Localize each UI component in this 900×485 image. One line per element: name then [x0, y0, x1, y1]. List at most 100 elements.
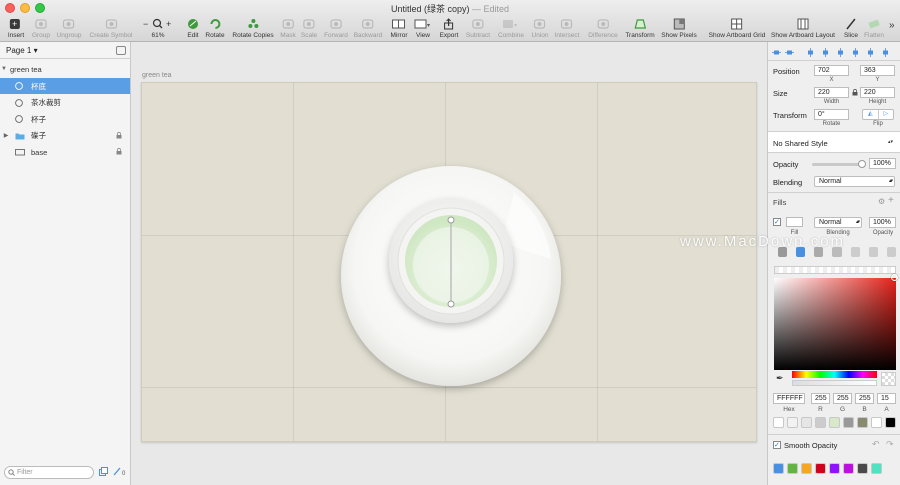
- width-field[interactable]: 220: [814, 87, 849, 98]
- mask-tool-button[interactable]: Mask: [280, 14, 296, 40]
- disclosure-closed-icon[interactable]: ▶: [2, 132, 10, 139]
- document-color-swatch[interactable]: [829, 463, 840, 474]
- rotation-handle-bottom[interactable]: [447, 300, 455, 308]
- rotation-handle-top[interactable]: [447, 216, 455, 224]
- group-tool-button[interactable]: Group: [32, 14, 50, 40]
- position-x-field[interactable]: 702: [814, 65, 849, 76]
- preset-color-swatch[interactable]: [843, 417, 854, 428]
- show-artboard-layout-tool-button[interactable]: Show Artboard Layout: [771, 14, 835, 40]
- hex-field[interactable]: FFFFFF: [773, 393, 805, 404]
- edit-tool-button[interactable]: Edit: [186, 14, 200, 40]
- position-y-field[interactable]: 363: [860, 65, 895, 76]
- gear-icon[interactable]: ⚙: [878, 197, 885, 206]
- rotate-copies-tool-button[interactable]: Rotate Copies: [232, 14, 274, 40]
- transform-tool-button[interactable]: Transform: [625, 14, 655, 40]
- hue-slider[interactable]: [792, 371, 877, 378]
- blue-field[interactable]: 255: [855, 393, 874, 404]
- redo-arrow-icon[interactable]: ↷: [886, 439, 894, 450]
- shared-style-selector[interactable]: No Shared Style: [773, 139, 828, 148]
- preset-color-swatch[interactable]: [885, 417, 896, 428]
- layer-row[interactable]: base: [0, 144, 130, 160]
- document-color-swatch[interactable]: [843, 463, 854, 474]
- create-symbol-tool-button[interactable]: Create Symbol: [90, 14, 133, 40]
- layer-row[interactable]: 杯子: [0, 111, 130, 127]
- chevron-updown-icon[interactable]: ▴▾: [888, 139, 893, 145]
- show-pixels-tool-button[interactable]: Show Pixels: [661, 14, 697, 40]
- opacity-slider-knob[interactable]: [858, 160, 866, 168]
- color-saturation-field[interactable]: [774, 278, 896, 370]
- flatten-tool-button[interactable]: Flatten: [864, 14, 884, 40]
- distribute-vertical-icon[interactable]: [785, 48, 794, 57]
- artboard-title[interactable]: green tea: [142, 72, 172, 79]
- canvas[interactable]: green tea: [131, 42, 767, 485]
- color-picker-knob[interactable]: [891, 274, 898, 281]
- lock-ratio-icon[interactable]: [852, 88, 858, 98]
- preset-color-swatch[interactable]: [773, 417, 784, 428]
- align-middle-icon[interactable]: [866, 48, 875, 57]
- add-fill-icon[interactable]: +: [888, 195, 894, 206]
- document-color-swatch[interactable]: [773, 463, 784, 474]
- tea-cup-illustration[interactable]: [142, 83, 757, 442]
- zoom-tool-button[interactable]: − +61%: [143, 14, 173, 40]
- edit-filter-icon[interactable]: 0: [113, 467, 127, 477]
- fill-color-well[interactable]: [786, 217, 803, 227]
- flip-vertical-button[interactable]: ▷: [879, 110, 894, 119]
- undo-arrow-icon[interactable]: ↶: [872, 439, 880, 450]
- lock-icon[interactable]: [116, 131, 122, 139]
- layer-filter-input[interactable]: Filter: [4, 466, 94, 479]
- flip-horizontal-button[interactable]: ◭: [863, 110, 879, 119]
- layer-row[interactable]: 茶水裁剪: [0, 95, 130, 111]
- add-page-button[interactable]: [116, 46, 126, 55]
- fill-pattern-icon[interactable]: [868, 247, 878, 257]
- rotate-tool-button[interactable]: Rotate: [205, 14, 225, 40]
- gradient-bar[interactable]: [774, 266, 896, 274]
- lock-icon[interactable]: [116, 148, 122, 155]
- layer-row[interactable]: 杯底: [0, 78, 130, 94]
- create-symbol-filter-icon[interactable]: [99, 467, 108, 476]
- export-tool-button[interactable]: Export: [440, 14, 458, 40]
- insert-tool-button[interactable]: + Insert: [8, 14, 24, 40]
- layer-artboard-green-tea[interactable]: ▼ green tea: [0, 61, 130, 77]
- mirror-tool-button[interactable]: Mirror: [391, 14, 407, 40]
- blending-select[interactable]: Normal: [814, 176, 895, 187]
- fill-angular-icon[interactable]: [850, 247, 860, 257]
- smooth-opacity-checkbox[interactable]: ✓: [773, 441, 781, 449]
- align-center-icon[interactable]: [821, 48, 830, 57]
- align-right-icon[interactable]: [836, 48, 845, 57]
- distribute-horizontal-icon[interactable]: [772, 48, 781, 57]
- show-artboard-grid-tool-button[interactable]: Show Artboard Grid: [709, 14, 765, 40]
- ungroup-tool-button[interactable]: Ungroup: [57, 14, 81, 40]
- slice-tool-button[interactable]: Slice: [844, 14, 858, 40]
- preset-color-swatch[interactable]: [801, 417, 812, 428]
- difference-tool-button[interactable]: Difference: [588, 14, 618, 40]
- align-bottom-icon[interactable]: [881, 48, 890, 57]
- scale-tool-button[interactable]: Scale: [301, 14, 317, 40]
- fill-noise-icon[interactable]: [886, 247, 896, 257]
- opacity-field[interactable]: 100%: [869, 158, 896, 169]
- red-field[interactable]: 255: [811, 393, 830, 404]
- document-color-swatch[interactable]: [871, 463, 882, 474]
- fill-blending-select[interactable]: Normal: [814, 217, 862, 228]
- preset-color-swatch[interactable]: [829, 417, 840, 428]
- combine-tool-button[interactable]: ▾ Combine: [498, 14, 524, 40]
- document-color-swatch[interactable]: [815, 463, 826, 474]
- rotate-field[interactable]: 0°: [814, 109, 849, 120]
- document-color-swatch[interactable]: [801, 463, 812, 474]
- green-field[interactable]: 255: [833, 393, 852, 404]
- alpha-slider[interactable]: [792, 380, 877, 386]
- page-selector[interactable]: Page 1 ▾: [6, 46, 38, 55]
- disclosure-open-icon[interactable]: ▼: [0, 66, 8, 72]
- backward-tool-button[interactable]: Backward: [354, 14, 382, 40]
- opacity-slider[interactable]: [812, 160, 866, 168]
- align-top-icon[interactable]: [851, 48, 860, 57]
- subtract-tool-button[interactable]: Subtract: [466, 14, 490, 40]
- preset-color-swatch[interactable]: [787, 417, 798, 428]
- document-color-swatch[interactable]: [857, 463, 868, 474]
- fill-enabled-checkbox[interactable]: ✓: [773, 218, 781, 226]
- intersect-tool-button[interactable]: Intersect: [555, 14, 579, 40]
- artboard[interactable]: [141, 82, 757, 442]
- view-tool-button[interactable]: ▾ View: [414, 14, 432, 40]
- layer-row[interactable]: ▶ 碟子: [0, 128, 130, 144]
- union-tool-button[interactable]: Union: [532, 14, 548, 40]
- alpha-field[interactable]: 15: [877, 393, 896, 404]
